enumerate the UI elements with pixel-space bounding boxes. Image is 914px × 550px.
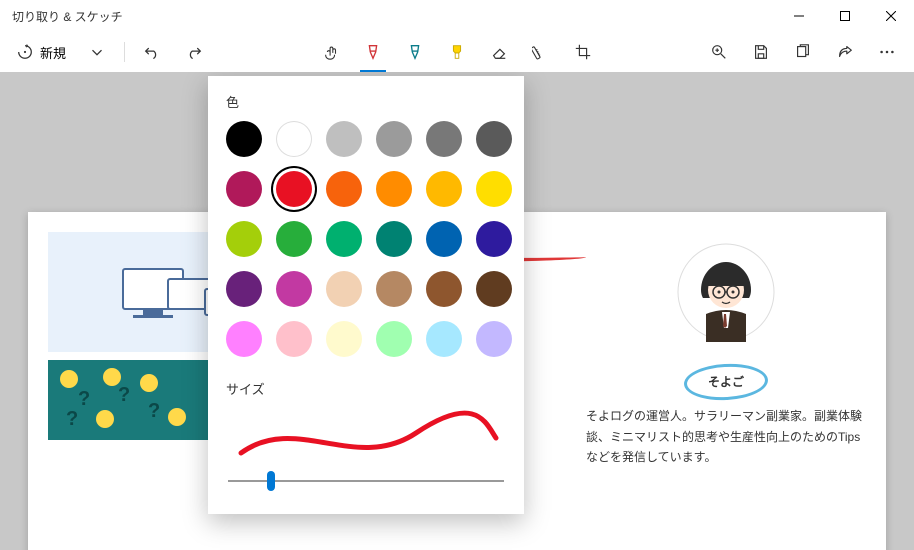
window-controls: [776, 0, 914, 32]
color-swatch[interactable]: [276, 171, 312, 207]
color-swatch[interactable]: [426, 221, 462, 257]
color-swatch[interactable]: [426, 271, 462, 307]
ballpoint-pen-button[interactable]: [354, 33, 392, 71]
canvas-area[interactable]: ? ? ? ? グどっち？ おすすめをおしえ 線】ノートPCの のためのネタ: [0, 72, 914, 550]
color-swatch[interactable]: [476, 221, 512, 257]
profile-card: そよご そよログの運営人。サラリーマン副業家。副業体験談、ミニマリスト的思考や生…: [586, 232, 866, 550]
color-swatch[interactable]: [476, 321, 512, 357]
color-swatch[interactable]: [476, 121, 512, 157]
more-button[interactable]: [868, 33, 906, 71]
color-swatch[interactable]: [226, 321, 262, 357]
eraser-button[interactable]: [480, 33, 518, 71]
separator: [124, 42, 125, 62]
color-swatch[interactable]: [226, 171, 262, 207]
color-swatch[interactable]: [226, 121, 262, 157]
color-swatch[interactable]: [276, 271, 312, 307]
color-swatch[interactable]: [226, 271, 262, 307]
color-label: 色: [226, 92, 506, 111]
color-swatch[interactable]: [426, 171, 462, 207]
redo-button[interactable]: [175, 33, 213, 71]
color-swatch[interactable]: [376, 121, 412, 157]
minimize-button[interactable]: [776, 0, 822, 32]
crop-button[interactable]: [564, 33, 602, 71]
color-swatch[interactable]: [426, 321, 462, 357]
window-title: 切り取り & スケッチ: [12, 8, 776, 25]
color-swatches: [226, 121, 506, 361]
size-preview: [226, 408, 506, 468]
new-snip-label: 新規: [40, 43, 66, 62]
save-button[interactable]: [742, 33, 780, 71]
touch-writing-button[interactable]: [312, 33, 350, 71]
toolbar: 新規: [0, 32, 914, 72]
pen-settings-popover: 色 サイズ: [208, 76, 524, 514]
highlighter-button[interactable]: [438, 33, 476, 71]
color-swatch[interactable]: [476, 171, 512, 207]
profile-bio: そよログの運営人。サラリーマン副業家。副業体験談、ミニマリスト的思考や生産性向上…: [586, 406, 866, 467]
size-slider[interactable]: [228, 480, 504, 482]
share-button[interactable]: [826, 33, 864, 71]
undo-button[interactable]: [133, 33, 171, 71]
titlebar: 切り取り & スケッチ: [0, 0, 914, 32]
color-swatch[interactable]: [326, 271, 362, 307]
close-button[interactable]: [868, 0, 914, 32]
color-swatch[interactable]: [276, 321, 312, 357]
color-swatch[interactable]: [376, 271, 412, 307]
color-swatch[interactable]: [276, 121, 312, 157]
profile-name: そよご: [694, 368, 758, 396]
color-swatch[interactable]: [326, 121, 362, 157]
new-snip-dropdown[interactable]: [78, 33, 116, 71]
color-swatch[interactable]: [326, 221, 362, 257]
ruler-button[interactable]: [522, 33, 560, 71]
zoom-button[interactable]: [700, 33, 738, 71]
color-swatch[interactable]: [376, 171, 412, 207]
color-swatch[interactable]: [426, 121, 462, 157]
color-swatch[interactable]: [376, 321, 412, 357]
color-swatch[interactable]: [226, 221, 262, 257]
slider-thumb[interactable]: [267, 471, 275, 491]
avatar: [666, 232, 786, 352]
maximize-button[interactable]: [822, 0, 868, 32]
color-swatch[interactable]: [326, 321, 362, 357]
color-swatch[interactable]: [476, 271, 512, 307]
pencil-button[interactable]: [396, 33, 434, 71]
color-swatch[interactable]: [276, 221, 312, 257]
size-label: サイズ: [226, 379, 506, 398]
color-swatch[interactable]: [376, 221, 412, 257]
color-swatch[interactable]: [326, 171, 362, 207]
new-snip-button[interactable]: 新規: [8, 33, 74, 71]
copy-button[interactable]: [784, 33, 822, 71]
